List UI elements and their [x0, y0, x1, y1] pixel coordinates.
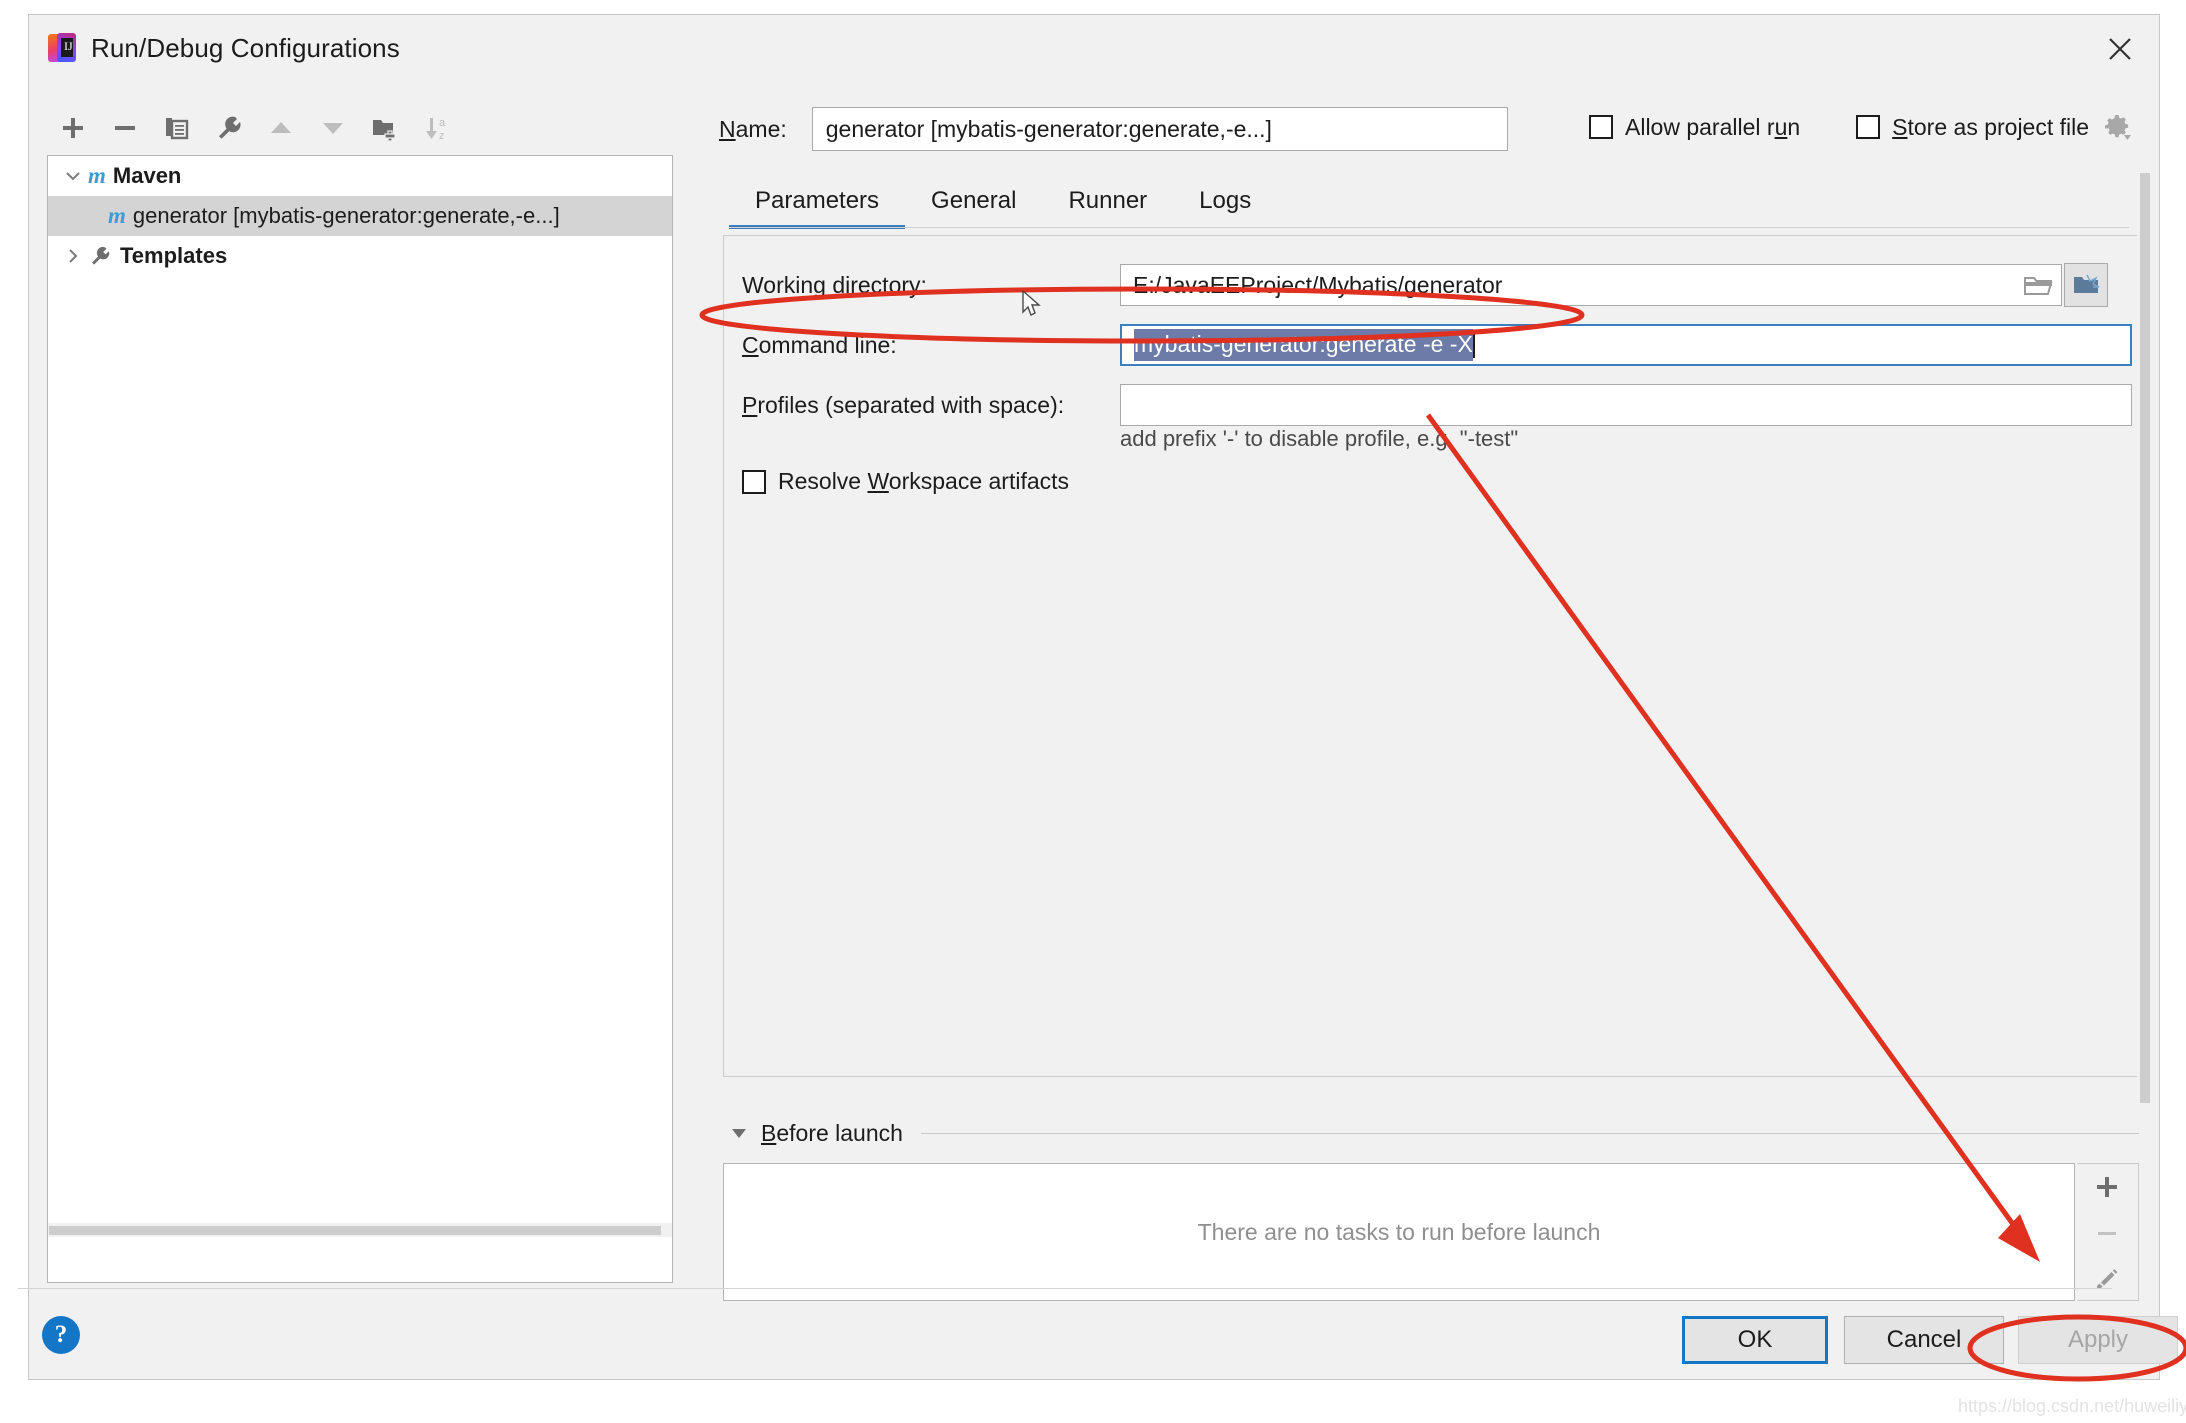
command-line-value: mybatis-generator:generate -e -X: [1134, 329, 1473, 361]
edit-task-button[interactable]: [2077, 1256, 2137, 1302]
arrow-down-icon[interactable]: [307, 106, 359, 150]
help-button[interactable]: ?: [42, 1316, 80, 1354]
footer-divider: [18, 1288, 2112, 1289]
wrench-icon[interactable]: [203, 106, 255, 150]
chevron-right-icon[interactable]: [58, 236, 88, 276]
store-as-project-file-label: Store as project file: [1892, 114, 2089, 141]
tab-logs[interactable]: Logs: [1173, 173, 1277, 229]
tabs-divider: [729, 227, 2129, 228]
before-launch-header: Before launch: [729, 1113, 2139, 1153]
maven-m-icon: m: [108, 203, 126, 229]
watermark: https://blog.csdn.net/huweiliyi: [1958, 1396, 2186, 1417]
remove-task-button[interactable]: [2077, 1210, 2137, 1256]
working-directory-label: Working directory:: [742, 272, 1120, 299]
resolve-workspace-artifacts-label: Resolve Workspace artifacts: [778, 468, 1069, 495]
tab-general[interactable]: General: [905, 173, 1042, 229]
before-launch-task-list[interactable]: There are no tasks to run before launch: [723, 1163, 2075, 1301]
configurations-tree[interactable]: m Maven m generator [mybatis-generator:g…: [47, 155, 673, 1283]
remove-configuration-button[interactable]: [99, 106, 151, 150]
profiles-hint: add prefix '-' to disable profile, e.g. …: [1120, 426, 1518, 452]
copy-icon[interactable]: [151, 106, 203, 150]
tree-group-templates-label: Templates: [120, 243, 227, 269]
svg-text:a: a: [439, 117, 446, 129]
run-options: Allow parallel run Store as project file: [1589, 113, 2131, 141]
parameters-panel: Working directory: E:/JavaEEProject/Myba…: [723, 235, 2139, 1077]
ok-button[interactable]: OK: [1682, 1316, 1828, 1364]
working-directory-row: Working directory: E:/JavaEEProject/Myba…: [742, 264, 2132, 306]
working-directory-input[interactable]: E:/JavaEEProject/Mybatis/generator: [1120, 264, 2062, 306]
store-as-project-file-checkbox[interactable]: Store as project file: [1856, 114, 2089, 141]
command-line-input[interactable]: mybatis-generator:generate -e -X: [1120, 324, 2132, 366]
command-line-row: Command line: mybatis-generator:generate…: [742, 324, 2132, 366]
add-task-button[interactable]: [2077, 1164, 2137, 1210]
svg-text:z: z: [439, 130, 445, 142]
intellij-idea-icon: IJ: [47, 33, 77, 63]
gear-icon[interactable]: [2103, 113, 2131, 141]
section-divider: [921, 1133, 2139, 1134]
right-pane-scrollbar[interactable]: [2137, 173, 2153, 1173]
insert-macro-icon[interactable]: [2064, 263, 2108, 307]
close-icon[interactable]: [2097, 27, 2143, 71]
sort-az-icon[interactable]: a z: [411, 106, 463, 150]
profiles-label: Profiles (separated with space):: [742, 392, 1120, 419]
allow-parallel-run-label: Allow parallel run: [1625, 114, 1800, 141]
screenshot-root: IJ Run/Debug Configurations: [0, 0, 2186, 1423]
tab-parameters[interactable]: Parameters: [729, 173, 905, 229]
allow-parallel-run-checkbox[interactable]: Allow parallel run: [1589, 114, 1800, 141]
checkbox-box: [742, 470, 766, 494]
folder-open-icon[interactable]: [2018, 266, 2058, 306]
mouse-pointer-icon: [1022, 290, 1044, 320]
add-configuration-button[interactable]: [47, 106, 99, 150]
configurations-toolbar: a z: [47, 103, 487, 153]
tree-item-generator-label: generator [mybatis-generator:generate,-e…: [133, 203, 560, 229]
before-launch-title: Before launch: [761, 1120, 903, 1147]
profiles-row: Profiles (separated with space):: [742, 384, 2132, 426]
name-label: Name:: [719, 116, 787, 143]
checkbox-box: [1856, 115, 1880, 139]
name-row: Name: generator [mybatis-generator:gener…: [719, 107, 1508, 151]
checkbox-box: [1589, 115, 1613, 139]
cancel-button[interactable]: Cancel: [1844, 1316, 2004, 1364]
folder-plus-icon[interactable]: [359, 106, 411, 150]
command-line-label: Command line:: [742, 332, 1120, 359]
chevron-down-icon[interactable]: [58, 156, 88, 196]
tree-group-maven[interactable]: m Maven: [48, 156, 672, 196]
tree-group-templates[interactable]: Templates: [48, 236, 672, 276]
dialog-title-bar: IJ Run/Debug Configurations: [29, 15, 2159, 81]
tree-group-maven-label: Maven: [113, 163, 181, 189]
wrench-icon: [88, 244, 112, 268]
name-input[interactable]: generator [mybatis-generator:generate,-e…: [812, 107, 1508, 151]
apply-button[interactable]: Apply: [2018, 1316, 2178, 1364]
resolve-workspace-artifacts-checkbox[interactable]: Resolve Workspace artifacts: [742, 468, 1069, 495]
scrollbar-thumb[interactable]: [49, 1226, 661, 1235]
maven-m-icon: m: [88, 163, 106, 189]
run-debug-configurations-dialog: IJ Run/Debug Configurations: [28, 14, 2160, 1380]
scrollbar-thumb[interactable]: [2140, 173, 2150, 1103]
chevron-down-icon[interactable]: [729, 1123, 749, 1143]
dialog-title: Run/Debug Configurations: [91, 33, 400, 64]
tree-horizontal-scrollbar[interactable]: [48, 1223, 672, 1237]
configuration-tabs: Parameters General Runner Logs: [729, 171, 1277, 229]
arrow-up-icon[interactable]: [255, 106, 307, 150]
before-launch-empty-message: There are no tasks to run before launch: [1198, 1219, 1601, 1246]
profiles-input[interactable]: [1120, 384, 2132, 426]
before-launch-toolbar: [2077, 1163, 2139, 1301]
text-caret: [1473, 332, 1475, 358]
tree-item-generator[interactable]: m generator [mybatis-generator:generate,…: [48, 196, 672, 236]
tab-runner[interactable]: Runner: [1042, 173, 1173, 229]
